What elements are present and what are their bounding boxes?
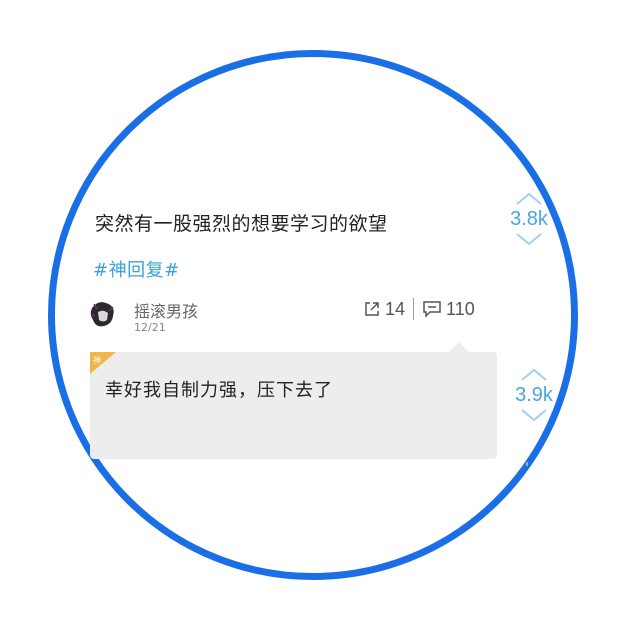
post-text: 突然有一股强烈的想要学习的欲望 — [95, 213, 388, 235]
share-icon[interactable] — [363, 300, 381, 318]
post-stats: 14 110 — [363, 298, 475, 320]
post-vote: 3.8k — [499, 192, 559, 246]
share-count[interactable]: 14 — [385, 299, 405, 320]
post-date: 12/21 — [134, 321, 166, 334]
stray-mark — [526, 462, 528, 466]
comment-count[interactable]: 110 — [446, 299, 475, 320]
avatar[interactable] — [86, 298, 120, 332]
comment-icon[interactable] — [422, 300, 442, 318]
chevron-up-icon[interactable] — [515, 192, 543, 206]
author-username[interactable]: 摇滚男孩 — [134, 298, 198, 322]
hashtag-link[interactable]: #神回复# — [93, 256, 180, 282]
reply-text: 幸好我自制力强，压下去了 — [105, 380, 333, 401]
post-score: 3.8k — [510, 208, 548, 230]
god-reply-badge: 神 — [90, 352, 116, 374]
chevron-up-icon[interactable] — [520, 368, 548, 382]
stats-divider — [413, 298, 415, 320]
chevron-down-icon[interactable] — [520, 408, 548, 422]
reply-vote: 3.9k — [504, 368, 564, 422]
badge-label: 神 — [93, 355, 101, 365]
top-reply[interactable]: 神 幸好我自制力强，压下去了 — [90, 342, 497, 459]
chevron-down-icon[interactable] — [515, 232, 543, 246]
reply-notch — [449, 342, 469, 352]
reply-score: 3.9k — [515, 384, 553, 406]
circle-frame — [48, 50, 578, 580]
